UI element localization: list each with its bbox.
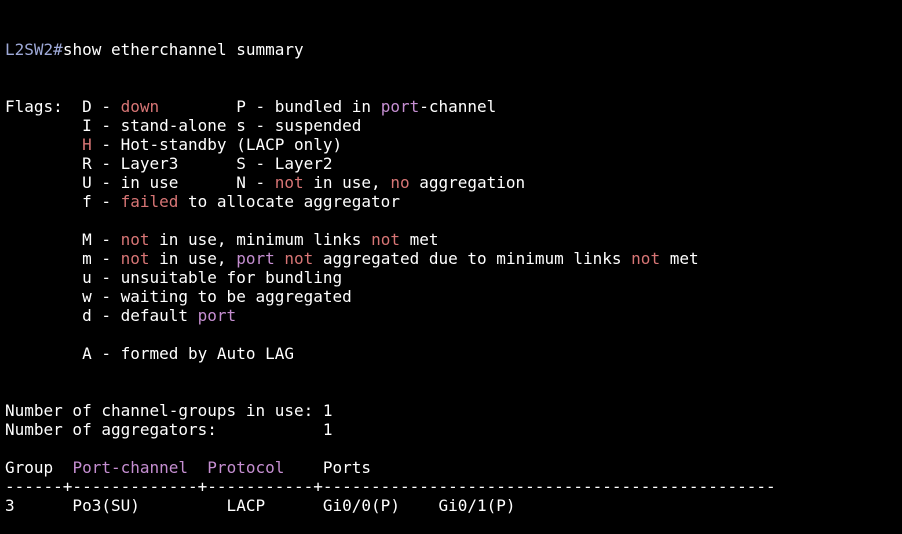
output-text: failed [120,192,179,211]
output-text: in use, [149,249,237,268]
output-text: port [197,306,237,325]
output-text: not [371,230,400,249]
output-line: w - waiting to be aggregated [5,287,902,306]
output-text: 3 Po3(SU) LACP Gi0/0(P) Gi0/1(P) [5,496,516,515]
prompt-line: L2SW2#show etherchannel summary [5,40,902,59]
output-text: Number of aggregators: 1 [5,420,333,439]
output-text: H [82,135,92,154]
output-line: 3 Po3(SU) LACP Gi0/0(P) Gi0/1(P) [5,496,902,515]
output-text: met [399,230,439,249]
output-line: H - Hot-standby (LACP only) [5,135,902,154]
output-text: aggregated due to minimum links [313,249,632,268]
output-text: - Hot-standby (LACP only) [91,135,343,154]
output-line: u - unsuitable for bundling [5,268,902,287]
output-text: Group [5,458,73,477]
output-text: w - waiting to be aggregated [5,287,352,306]
output-line: d - default port [5,306,902,325]
output-text: not [274,173,304,192]
output-text: R - Layer3 S - Layer2 [5,154,333,173]
output-text: Number of channel-groups in use: 1 [5,401,333,420]
output-text: met [660,249,699,268]
output-text: ------+-------------+-----------+-------… [5,477,776,496]
output-line: U - in use N - not in use, no aggregatio… [5,173,902,192]
output-text: in use, [303,173,391,192]
output-text: d - default [5,306,198,325]
output-line: R - Layer3 S - Layer2 [5,154,902,173]
prompt-hostname: L2SW2 [5,40,54,59]
output-text: down [120,97,160,116]
prompt-command: show etherchannel summary [62,40,304,59]
output-text: no [390,173,410,192]
output-text: I - stand-alone s - suspended [5,116,362,135]
output-text: Protocol [207,458,285,477]
output-text: M - [5,230,121,249]
output-text: Port-channel [72,458,189,477]
output-line: m - not in use, port not aggregated due … [5,249,902,268]
output-line: A - formed by Auto LAG [5,344,902,363]
output-text: not [120,230,150,249]
output-text: not [284,249,314,268]
output-line: f - failed to allocate aggregator [5,192,902,211]
output-text: aggregation [409,173,526,192]
output-text: u - unsuitable for bundling [5,268,343,287]
output-line: M - not in use, minimum links not met [5,230,902,249]
output-text: not [120,249,150,268]
output-text: in use, minimum links [149,230,372,249]
output-text: to allocate aggregator [178,192,400,211]
output-text: m - [5,249,121,268]
output-text: Flags: D - [5,97,121,116]
output-line: Number of aggregators: 1 [5,420,902,439]
output-text: port [236,249,275,268]
prompt-symbol: # [53,40,63,59]
output-text: f - [5,192,121,211]
output-text: U - in use N - [5,173,275,192]
output-text: port [380,97,420,116]
output-line: Flags: D - down P - bundled in port-chan… [5,97,902,116]
output-line: ------+-------------+-----------+-------… [5,477,902,496]
output-text: Ports [284,458,372,477]
terminal-window[interactable]: L2SW2#show etherchannel summary Flags: D… [0,0,902,515]
output-text: not [631,249,661,268]
output-line: Group Port-channel Protocol Ports [5,458,902,477]
output-text: A - formed by Auto LAG [5,344,294,363]
output-line: Number of channel-groups in use: 1 [5,401,902,420]
output-text: -channel [419,97,497,116]
output-text: P - bundled in [159,97,381,116]
command-output: Flags: D - down P - bundled in port-chan… [5,97,902,515]
output-line: I - stand-alone s - suspended [5,116,902,135]
